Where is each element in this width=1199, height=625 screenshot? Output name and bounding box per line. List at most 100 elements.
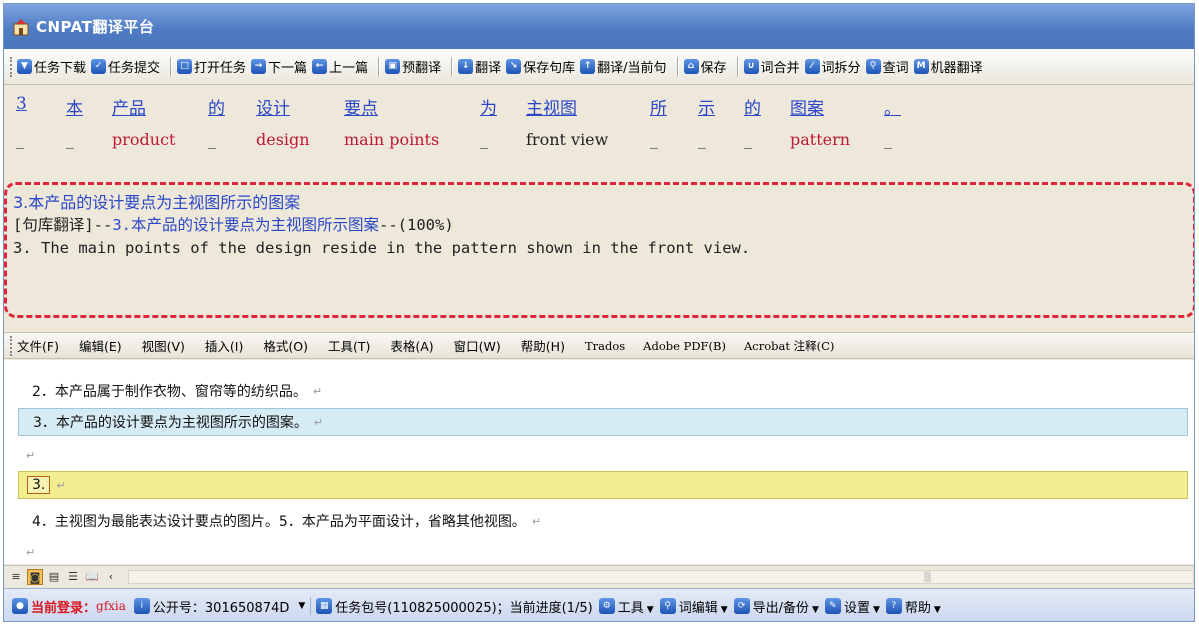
target-token[interactable]: _	[650, 130, 658, 149]
menu-help[interactable]: 帮助(H)	[521, 336, 565, 355]
task-submit-button[interactable]: ✓ 任务提交	[91, 57, 160, 76]
source-token[interactable]: 要点	[344, 94, 378, 119]
translate-icon: ↓	[458, 59, 474, 74]
save-icon: ⌂	[683, 59, 699, 74]
package-icon: ▦	[316, 598, 333, 614]
lookup-word-button[interactable]: ⚲ 查词	[865, 57, 909, 76]
target-token[interactable]: _	[698, 130, 706, 149]
outline-view-icon[interactable]: ☰	[65, 569, 81, 585]
print-view-icon[interactable]: ▤	[46, 569, 62, 585]
document-line[interactable]: 4．主视图为最能表达设计要点的图片。5．本产品为平面设计，省略其他视图。 ↵	[18, 507, 1188, 535]
help-menu[interactable]: 帮助 ▼	[905, 597, 941, 616]
menu-grip[interactable]	[10, 335, 13, 356]
menu-tools[interactable]: 工具(T)	[328, 336, 370, 355]
menu-window[interactable]: 窗口(W)	[454, 336, 501, 355]
scroll-left-icon[interactable]: ‹	[103, 569, 119, 585]
publication-number[interactable]: 公开号：301650874D	[153, 597, 289, 616]
document-line-current-target[interactable]: 3. ↵	[18, 471, 1188, 499]
target-token[interactable]: _	[208, 130, 216, 149]
document-line-empty[interactable]: ↵	[18, 441, 1188, 469]
paragraph-mark: ↵	[56, 478, 66, 492]
source-token[interactable]: 示	[698, 94, 715, 119]
target-token-row: _ _ product _ design main points _ front…	[4, 130, 1194, 156]
merge-icon: ∪	[743, 59, 759, 74]
open-task-button[interactable]: □ 打开任务	[177, 57, 246, 76]
target-token[interactable]: _	[66, 130, 74, 149]
settings-menu[interactable]: 设置 ▼	[844, 597, 880, 616]
view-bar: ≡ ◙ ▤ ☰ 📖 ‹ ▒	[4, 565, 1194, 587]
chevron-down-icon[interactable]: ▼	[298, 601, 305, 611]
source-token[interactable]: 3	[16, 94, 27, 114]
target-token[interactable]: product	[112, 130, 175, 149]
source-token[interactable]: 为	[480, 94, 497, 119]
menu-trados[interactable]: Trados	[585, 339, 625, 353]
source-token[interactable]: 。	[884, 94, 901, 119]
pre-translate-icon: ▣	[385, 59, 401, 74]
next-document-button[interactable]: → 下一篇	[251, 57, 307, 76]
target-token[interactable]: main points	[344, 130, 439, 149]
paragraph-mark: ↵	[531, 514, 542, 528]
task-download-button[interactable]: ▼ 任务下载	[17, 57, 86, 76]
target-token[interactable]: front view	[526, 130, 608, 149]
memory-match-score: --(100%)	[379, 216, 454, 234]
reading-view-icon[interactable]: 📖	[84, 569, 100, 585]
tools-menu[interactable]: 工具 ▼	[618, 597, 654, 616]
toolbar-grip[interactable]	[10, 56, 13, 77]
source-token[interactable]: 产品	[112, 94, 146, 119]
target-token[interactable]: _	[884, 130, 892, 149]
translate-button[interactable]: ↓ 翻译	[458, 57, 501, 76]
merge-words-button[interactable]: ∪ 词合并	[743, 57, 800, 76]
target-token[interactable]: pattern	[790, 130, 850, 149]
memory-target-sentence[interactable]: 3. The main points of the design reside …	[13, 237, 1193, 260]
source-token[interactable]: 设计	[256, 94, 290, 119]
previous-document-button[interactable]: ← 上一篇	[312, 57, 368, 76]
pre-translate-button[interactable]: ▣ 预翻译	[385, 57, 441, 76]
scroll-thumb-icon[interactable]: ▒	[924, 573, 938, 583]
menu-view[interactable]: 视图(V)	[142, 336, 185, 355]
export-backup-menu[interactable]: 导出/备份 ▼	[753, 597, 819, 616]
memory-match-line: [句库翻译]--3.本产品的设计要点为主视图所示图案--(100%)	[13, 214, 1193, 237]
save-button[interactable]: ⌂ 保存	[683, 57, 727, 76]
app-logo-icon	[12, 18, 32, 36]
menu-table[interactable]: 表格(A)	[390, 336, 433, 355]
word-edit-menu[interactable]: 词编辑 ▼	[679, 597, 728, 616]
chevron-down-icon: ▼	[812, 604, 819, 615]
info-icon: i	[133, 598, 150, 614]
word-edit-icon: ⚲	[659, 598, 676, 614]
menu-adobe-pdf[interactable]: Adobe PDF(B)	[643, 339, 726, 353]
document-line[interactable]: 2．本产品属于制作衣物、窗帘等的纺织品。 ↵	[18, 377, 1188, 405]
memory-match-tag: [句库翻译]--	[13, 216, 113, 234]
save-sentence-db-button[interactable]: ↘ 保存句库	[506, 57, 575, 76]
split-words-button[interactable]: ⁄ 词拆分	[804, 57, 861, 76]
menu-edit[interactable]: 编辑(E)	[79, 336, 122, 355]
target-token[interactable]: _	[744, 130, 752, 149]
web-view-icon[interactable]: ◙	[27, 568, 43, 585]
target-token[interactable]: _	[480, 130, 488, 149]
source-token[interactable]: 的	[208, 94, 225, 119]
target-token[interactable]: design	[256, 130, 310, 149]
translate-current-sentence-button[interactable]: ↑ 翻译/当前句	[580, 57, 667, 76]
app-window: CNPAT翻译平台 ▼ 任务下载 ✓ 任务提交 □ 打开任务 → 下一篇 ← 上一篇 ▣ 预…	[3, 3, 1195, 622]
machine-translate-button[interactable]: M 机器翻译	[913, 57, 983, 76]
source-token[interactable]: 图案	[790, 94, 824, 119]
target-token[interactable]: _	[16, 130, 24, 149]
menu-format[interactable]: 格式(O)	[263, 336, 308, 355]
document-line-empty[interactable]: ↵	[18, 538, 1188, 566]
menu-insert[interactable]: 插入(I)	[205, 336, 243, 355]
normal-view-icon[interactable]: ≡	[8, 569, 24, 585]
open-icon: □	[177, 59, 193, 74]
document-area[interactable]: 2．本产品属于制作衣物、窗帘等的纺织品。 ↵ 3．本产品的设计要点为主视图所示的图…	[4, 360, 1194, 564]
paragraph-mark: ↵	[313, 415, 324, 429]
horizontal-scrollbar[interactable]: ▒	[128, 569, 1194, 584]
source-token[interactable]: 的	[744, 94, 761, 119]
menu-file[interactable]: 文件(F)	[17, 336, 59, 355]
split-icon: ⁄	[804, 59, 820, 74]
menu-acrobat-comments[interactable]: Acrobat 注释(C)	[744, 338, 834, 354]
export-icon: ⟳	[733, 598, 750, 614]
source-token[interactable]: 本	[66, 94, 83, 119]
machine-icon: M	[913, 59, 929, 74]
source-token[interactable]: 主视图	[526, 94, 577, 119]
document-line-current-source[interactable]: 3．本产品的设计要点为主视图所示的图案。 ↵	[18, 408, 1188, 436]
target-segment-box[interactable]: 3.	[27, 476, 51, 494]
source-token[interactable]: 所	[650, 94, 667, 119]
